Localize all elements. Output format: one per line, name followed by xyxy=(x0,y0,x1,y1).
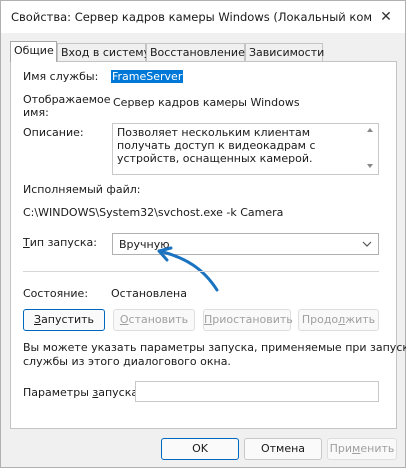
startup-type-label: Тип запуска: xyxy=(23,236,97,249)
start-params-hint: Вы можете указать параметры запуска, при… xyxy=(23,341,406,369)
service-name-text: FrameServer xyxy=(111,70,184,83)
chevron-down-icon xyxy=(362,241,372,247)
display-name-label: Отображаемое имя: xyxy=(23,93,111,119)
scroll-up-icon xyxy=(367,128,373,132)
tab-logon[interactable]: Вход в систему xyxy=(57,43,150,61)
status-value: Остановлена xyxy=(111,287,187,300)
stop-button[interactable]: Остановить xyxy=(113,309,195,331)
window-title: Свойства: Сервер кадров камеры Windows (… xyxy=(11,10,371,24)
tab-recovery[interactable]: Восстановление xyxy=(146,43,245,61)
ok-button[interactable]: OK xyxy=(161,438,239,460)
description-scrollbar[interactable] xyxy=(363,124,377,172)
service-name-value[interactable]: FrameServer xyxy=(111,70,184,83)
close-icon: ✕ xyxy=(380,9,392,25)
tab-recovery-label: Восстановление xyxy=(150,46,245,59)
description-text: Позволяет нескольким клиентам получать д… xyxy=(117,126,316,165)
display-name-value[interactable]: Сервер кадров камеры Windows xyxy=(113,96,300,109)
tab-dependencies[interactable]: Зависимости xyxy=(245,43,325,61)
start-params-input[interactable] xyxy=(135,381,379,402)
startup-type-label-rest: ип запуска: xyxy=(29,236,98,249)
cancel-button[interactable]: Отмена xyxy=(244,438,322,460)
executable-path: C:\WINDOWS\System32\svchost.exe -k Camer… xyxy=(23,206,284,219)
start-button[interactable]: Запустить xyxy=(23,309,105,331)
title-bar[interactable]: Свойства: Сервер кадров камеры Windows (… xyxy=(1,1,405,33)
description-box[interactable]: Позволяет нескольким клиентам получать д… xyxy=(112,123,379,175)
close-button[interactable]: ✕ xyxy=(371,3,401,31)
status-label: Состояние: xyxy=(23,287,89,300)
service-properties-dialog: Свойства: Сервер кадров камеры Windows (… xyxy=(0,0,406,468)
divider xyxy=(23,271,379,272)
description-label: Описание: xyxy=(23,126,84,139)
service-name-label: Имя службы: xyxy=(23,70,99,83)
start-params-label: Параметры запуска: xyxy=(23,386,142,399)
apply-button[interactable]: Применить xyxy=(327,438,397,460)
executable-label: Исполняемый файл: xyxy=(23,183,141,196)
scroll-down-icon xyxy=(367,164,373,168)
startup-type-accel: Т xyxy=(23,236,30,249)
hint-line-2: службы из этого диалогового окна. xyxy=(23,355,231,368)
display-name-label-line1: Отображаемое xyxy=(23,93,111,106)
display-name-label-line2: имя: xyxy=(23,106,49,119)
tab-general[interactable]: Общие xyxy=(10,41,57,62)
pause-button[interactable]: Приостановить xyxy=(203,309,293,331)
hint-line-1: Вы можете указать параметры запуска, при… xyxy=(23,341,406,354)
tab-logon-label: Вход в систему xyxy=(61,46,151,59)
tab-dependencies-label: Зависимости xyxy=(249,46,325,59)
tab-general-label: Общие xyxy=(14,44,54,57)
general-tab-panel: Имя службы: FrameServer Отображаемое имя… xyxy=(10,61,406,429)
resume-button[interactable]: Продолжить xyxy=(298,309,379,331)
